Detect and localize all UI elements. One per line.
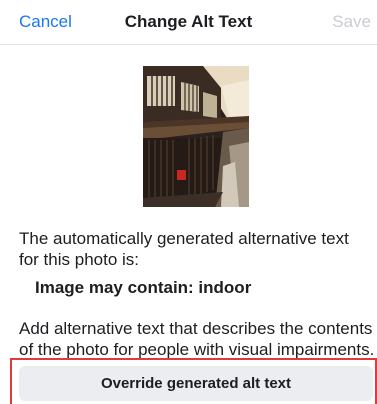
navbar-divider [0,44,377,45]
save-button[interactable]: Save [332,12,371,32]
override-alt-text-button[interactable]: Override generated alt text [19,366,373,401]
photo-thumbnail [143,66,249,207]
generated-alt-text: Image may contain: indoor [35,278,252,297]
photo-image [143,66,249,207]
navigation-bar: Cancel Change Alt Text Save [0,0,377,44]
page-title: Change Alt Text [124,12,253,31]
description-text: Add alternative text that describes the … [19,319,375,359]
info-text: The automatically generated alternative … [19,229,349,269]
change-alt-text-screen: Cancel Change Alt Text Save The automati… [0,0,377,404]
